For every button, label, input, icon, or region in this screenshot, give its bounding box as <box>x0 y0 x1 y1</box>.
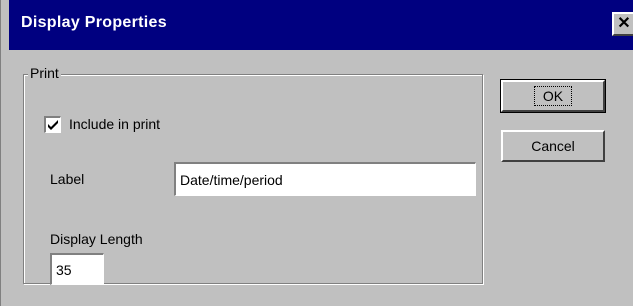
label-caption: Label <box>50 171 85 187</box>
display-length-input[interactable] <box>50 253 104 285</box>
display-length-caption: Display Length <box>50 231 143 247</box>
include-in-print-label: Include in print <box>69 116 161 132</box>
checkmark-icon <box>48 119 58 130</box>
dialog-body: Print Include in print Label Display Len… <box>9 50 633 285</box>
window-title: Display Properties <box>21 14 167 31</box>
close-button[interactable]: ✕ <box>612 12 633 36</box>
title-bar[interactable]: Display Properties ✕ <box>9 0 633 50</box>
include-in-print-row[interactable]: Include in print <box>44 115 160 133</box>
print-group-label: Print <box>28 65 61 81</box>
cancel-button[interactable]: Cancel <box>501 130 605 162</box>
ok-button-label: OK <box>533 86 573 106</box>
cancel-button-label: Cancel <box>531 138 575 154</box>
label-input[interactable] <box>174 162 476 196</box>
dialog-window: Display Properties ✕ Print Include in pr… <box>0 0 633 306</box>
print-groupbox: Print Include in print Label Display Len… <box>23 65 483 285</box>
include-in-print-checkbox[interactable] <box>44 115 61 133</box>
close-icon: ✕ <box>617 15 631 32</box>
ok-button[interactable]: OK <box>500 79 606 113</box>
